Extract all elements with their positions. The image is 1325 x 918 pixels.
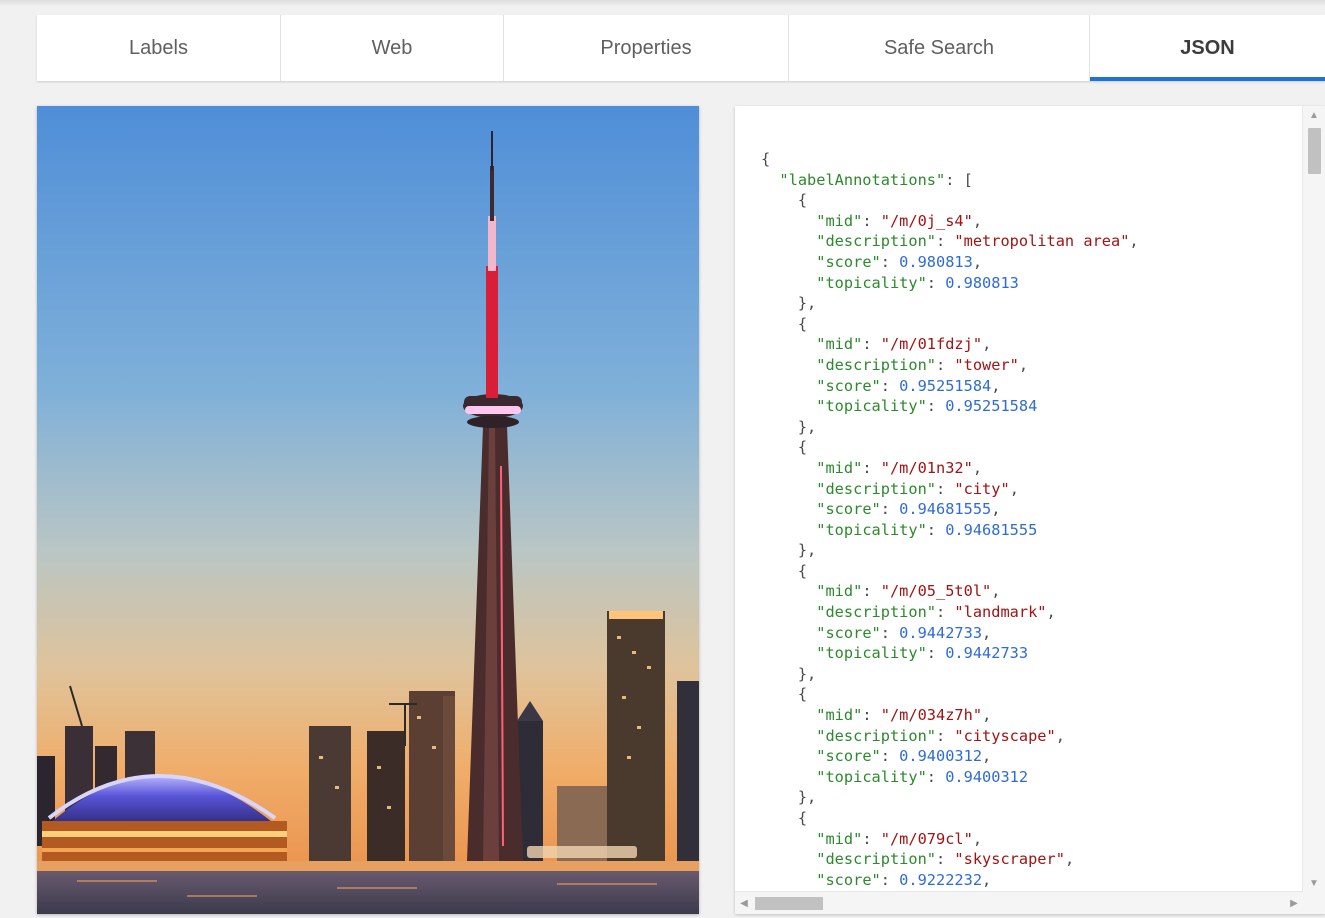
tab-labels[interactable]: Labels [37, 15, 281, 81]
horizontal-scroll-thumb[interactable] [755, 897, 823, 910]
analyzed-image [37, 106, 699, 914]
tab-json[interactable]: JSON [1090, 15, 1325, 81]
scrollbar-corner [1303, 892, 1325, 914]
tab-safe-search[interactable]: Safe Search [789, 15, 1090, 81]
json-viewer[interactable]: { "labelAnnotations": [ { "mid": "/m/0j_… [735, 106, 1325, 914]
tab-bar: Labels Web Properties Safe Search JSON [37, 15, 1325, 81]
scroll-left-arrow-icon[interactable]: ◀ [735, 894, 753, 912]
tab-web[interactable]: Web [281, 15, 504, 81]
horizontal-scrollbar[interactable]: ◀ ▶ [735, 891, 1303, 914]
tab-properties[interactable]: Properties [504, 15, 789, 81]
toronto-skyline-photo [37, 106, 699, 914]
scroll-right-arrow-icon[interactable]: ▶ [1285, 894, 1303, 912]
json-code-block: { "labelAnnotations": [ { "mid": "/m/0j_… [761, 150, 1139, 889]
vertical-scrollbar[interactable]: ▲ ▼ [1302, 106, 1325, 892]
scroll-down-arrow-icon[interactable]: ▼ [1303, 874, 1325, 892]
scroll-up-arrow-icon[interactable]: ▲ [1303, 106, 1325, 124]
vertical-scroll-thumb[interactable] [1308, 128, 1321, 174]
top-shadow [0, 0, 1325, 6]
